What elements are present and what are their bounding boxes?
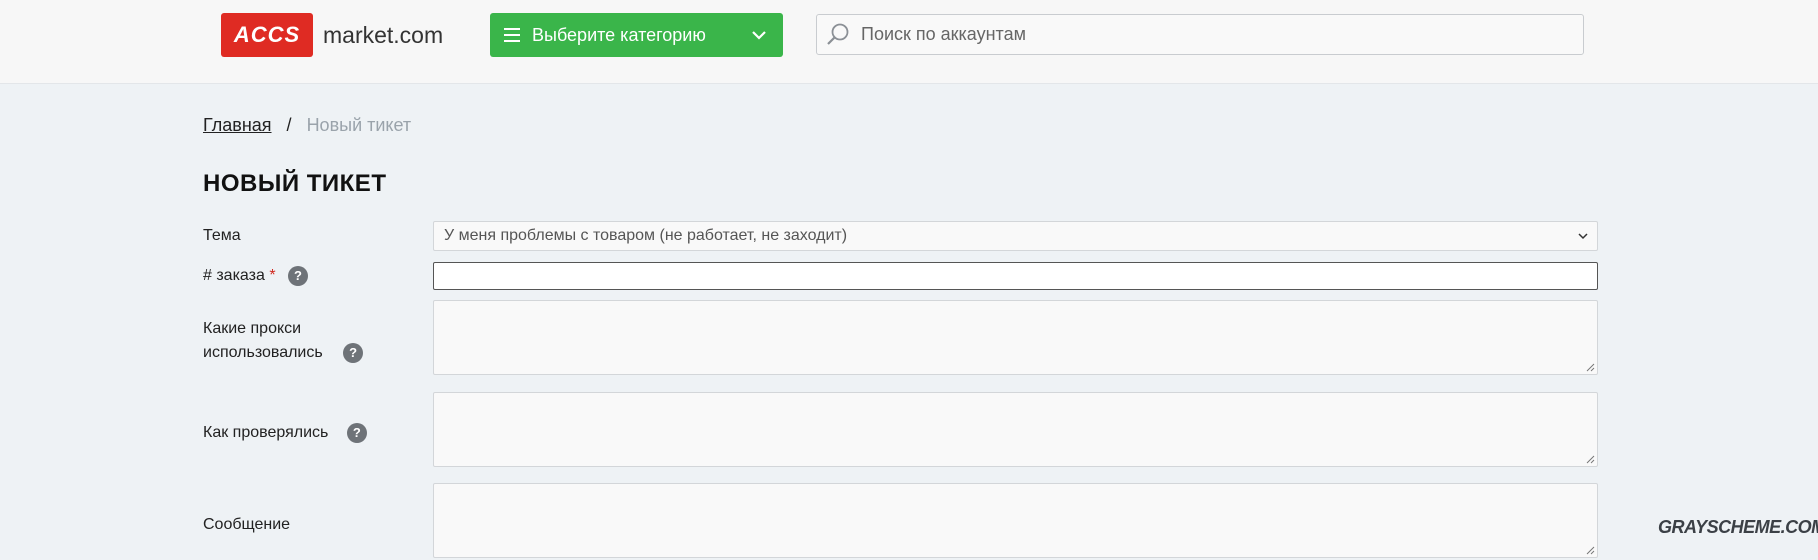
help-icon[interactable]: ? <box>288 265 309 286</box>
site-logo[interactable]: ACCS market.com <box>221 13 443 57</box>
site-header: ACCS market.com Выберите категорию <box>0 0 1818 84</box>
breadcrumb-home-link[interactable]: Главная <box>203 115 272 135</box>
resize-grip-icon[interactable] <box>1586 363 1595 372</box>
proxies-textarea[interactable] <box>433 300 1598 375</box>
breadcrumb-separator: / <box>286 115 292 135</box>
checked-textarea[interactable] <box>433 392 1598 467</box>
breadcrumb: Главная / Новый тикет <box>203 115 411 136</box>
logo-badge: ACCS <box>221 13 313 57</box>
topic-select[interactable]: У меня проблемы с товаром (не работает, … <box>433 221 1598 251</box>
proxies-label-line1: Какие прокси <box>203 320 302 337</box>
proxies-label-line2-group: использовались ? <box>203 341 364 365</box>
chevron-down-icon <box>752 31 766 40</box>
select-arrow-icon <box>1578 233 1588 240</box>
search-box <box>816 14 1584 55</box>
page-title: НОВЫЙ ТИКЕТ <box>203 170 387 197</box>
resize-grip-icon[interactable] <box>1586 546 1595 555</box>
help-icon[interactable]: ? <box>343 342 364 363</box>
message-textarea[interactable] <box>433 483 1598 558</box>
watermark: GRAYSCHEME.COM <box>1658 517 1818 537</box>
burger-icon <box>504 28 520 42</box>
help-icon[interactable]: ? <box>346 422 367 443</box>
search-input[interactable] <box>859 23 1583 46</box>
checked-label: Как проверялись <box>203 424 329 441</box>
proxies-label-line2: использовались <box>203 344 323 361</box>
topic-selected-value: У меня проблемы с товаром (не работает, … <box>444 227 848 244</box>
order-label: # заказа <box>203 267 265 284</box>
message-label: Сообщение <box>203 516 291 533</box>
search-icon <box>827 23 849 45</box>
choose-category-label: Выберите категорию <box>532 24 706 45</box>
breadcrumb-current: Новый тикет <box>306 115 412 135</box>
checked-label-group: Как проверялись ? <box>203 421 367 445</box>
required-mark: * <box>269 267 276 284</box>
order-label-group: # заказа * ? <box>203 264 309 288</box>
logo-domain: market.com <box>323 21 444 48</box>
topic-label: Тема <box>203 227 241 244</box>
resize-grip-icon[interactable] <box>1586 455 1595 464</box>
choose-category-button[interactable]: Выберите категорию <box>490 13 783 57</box>
order-number-input[interactable] <box>433 262 1598 290</box>
